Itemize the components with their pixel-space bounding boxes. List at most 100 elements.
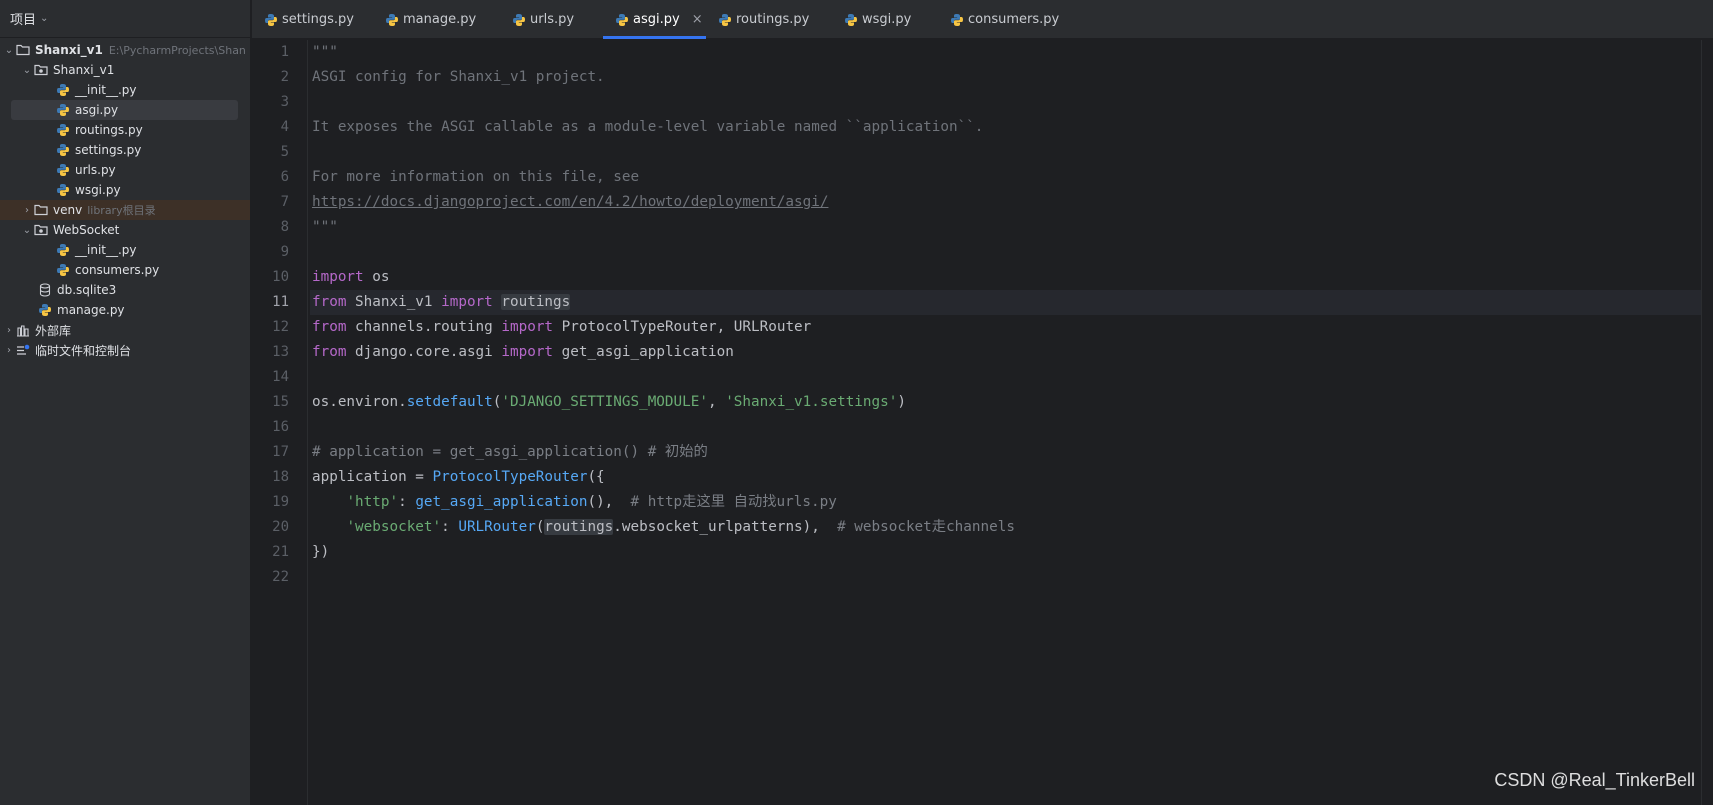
tree-item-routings-py[interactable]: routings.py (0, 120, 250, 140)
tree-item-wsgi-py[interactable]: wsgi.py (0, 180, 250, 200)
line-number: 10 (272, 269, 289, 285)
code-line-21[interactable]: }) (310, 540, 1713, 565)
tree-item-manage-py[interactable]: manage.py (0, 300, 250, 320)
editor-scrollbar[interactable] (1701, 40, 1713, 805)
line-number-gutter[interactable]: 1 2 3 4 5 6 7 8 9 10 11 12 13 14 15 16 1… (252, 40, 308, 805)
chevron-down-icon[interactable]: ⌄ (2, 45, 16, 56)
code-line-3[interactable] (310, 90, 1713, 115)
line-number: 16 (272, 419, 289, 435)
tab-wsgi-py[interactable]: wsgi.py (832, 0, 938, 39)
code-line-10[interactable]: import os (310, 265, 1713, 290)
python-file-icon (844, 13, 858, 27)
tab-asgi-py[interactable]: asgi.py × (603, 0, 706, 39)
tree-item-consumers-py[interactable]: consumers.py (0, 260, 250, 280)
code-line-17[interactable]: # application = get_asgi_application() #… (310, 440, 1713, 465)
python-file-icon (512, 13, 526, 27)
python-file-icon (950, 13, 964, 27)
tab-label: settings.py (282, 12, 354, 27)
package-folder-icon (34, 63, 48, 77)
punctuation: ) (897, 394, 906, 410)
identifier: application = (312, 469, 433, 485)
python-file-icon (56, 83, 70, 97)
punctuation: : (441, 519, 459, 535)
tab-settings-py[interactable]: settings.py (252, 0, 373, 39)
keyword-import: import (501, 319, 554, 335)
chevron-right-icon[interactable]: › (2, 345, 16, 356)
code-line-6[interactable]: For more information on this file, see (310, 165, 1713, 190)
project-panel-header[interactable]: 项目 ⌄ (0, 0, 250, 38)
python-file-icon (718, 13, 732, 27)
close-icon[interactable]: × (692, 12, 703, 27)
code-area[interactable]: """ ASGI config for Shanxi_v1 project. I… (310, 40, 1713, 805)
tree-item-external-libraries[interactable]: › 外部库 (0, 320, 250, 340)
code-line-12[interactable]: from channels.routing import ProtocolTyp… (310, 315, 1713, 340)
tree-item-settings-py[interactable]: settings.py (0, 140, 250, 160)
tree-item-label: Shanxi_v1 (53, 63, 115, 77)
project-panel: 项目 ⌄ ⌄ Shanxi_v1 E:\PycharmProjects\Shan… (0, 0, 251, 805)
tree-item-library-hint: library根目录 (87, 204, 156, 217)
punctuation: (), (587, 494, 631, 510)
line-number: 3 (280, 94, 289, 110)
code-line-14[interactable] (310, 365, 1713, 390)
tab-routings-py[interactable]: routings.py (706, 0, 832, 39)
tree-item-asgi-py[interactable]: asgi.py (0, 100, 250, 120)
code-line-19[interactable]: 'http': get_asgi_application(), # http走这… (310, 490, 1713, 515)
chevron-down-icon[interactable]: ⌄ (20, 65, 34, 76)
tree-item-label: urls.py (75, 163, 116, 177)
code-line-15[interactable]: os.environ.setdefault('DJANGO_SETTINGS_M… (310, 390, 1713, 415)
keyword-import: import (441, 294, 493, 310)
docstring-quotes: """ (312, 219, 338, 235)
tree-item-label: __init__.py (75, 83, 137, 97)
project-panel-title: 项目 (10, 13, 37, 28)
python-file-icon (56, 263, 70, 277)
code-line-8[interactable]: """ (310, 215, 1713, 240)
code-editor[interactable]: 1 2 3 4 5 6 7 8 9 10 11 12 13 14 15 16 1… (252, 40, 1713, 805)
tree-item-label: settings.py (75, 143, 142, 157)
code-line-13[interactable]: from django.core.asgi import get_asgi_ap… (310, 340, 1713, 365)
tree-item-shanxi-package[interactable]: ⌄ Shanxi_v1 (0, 60, 250, 80)
code-line-4[interactable]: It exposes the ASGI callable as a module… (310, 115, 1713, 140)
code-line-9[interactable] (310, 240, 1713, 265)
tab-urls-py[interactable]: urls.py (500, 0, 603, 39)
line-number: 9 (280, 244, 289, 260)
imported-names: get_asgi_application (561, 344, 734, 360)
code-line-2[interactable]: ASGI config for Shanxi_v1 project. (310, 65, 1713, 90)
chevron-down-icon[interactable]: ⌄ (20, 225, 34, 236)
tab-label: urls.py (530, 12, 575, 27)
function-call: ProtocolTypeRouter (432, 469, 588, 485)
line-number: 15 (272, 394, 289, 410)
code-line-7[interactable]: https://docs.djangoproject.com/en/4.2/ho… (310, 190, 1713, 215)
tree-item-shanxi-root[interactable]: ⌄ Shanxi_v1 E:\PycharmProjects\Shan (0, 40, 250, 60)
tree-item-init-py[interactable]: __init__.py (0, 80, 250, 100)
tree-item-websocket-package[interactable]: ⌄ WebSocket (0, 220, 250, 240)
tree-item-venv[interactable]: › venv library根目录 (0, 200, 250, 220)
code-line-18[interactable]: application = ProtocolTypeRouter({ (310, 465, 1713, 490)
code-line-22[interactable] (310, 565, 1713, 590)
tree-item-urls-py[interactable]: urls.py (0, 160, 250, 180)
keyword-import: import (312, 269, 364, 285)
tab-manage-py[interactable]: manage.py (373, 0, 500, 39)
chevron-right-icon[interactable]: › (2, 325, 16, 336)
line-number: 17 (272, 444, 289, 460)
code-line-1[interactable]: """ (310, 40, 1713, 65)
imported-names: ProtocolTypeRouter, URLRouter (561, 319, 812, 335)
docstring-link[interactable]: https://docs.djangoproject.com/en/4.2/ho… (312, 194, 828, 210)
tab-consumers-py[interactable]: consumers.py (938, 0, 1068, 39)
tree-item-db-sqlite3[interactable]: db.sqlite3 (0, 280, 250, 300)
chevron-right-icon[interactable]: › (20, 205, 34, 216)
watermark: CSDN @Real_TinkerBell (1494, 770, 1695, 790)
tree-item-scratches[interactable]: › 临时文件和控制台 (0, 340, 250, 360)
tree-item-label: manage.py (57, 303, 125, 317)
code-line-5[interactable] (310, 140, 1713, 165)
tree-item-init-py[interactable]: __init__.py (0, 240, 250, 260)
chevron-down-icon[interactable]: ⌄ (40, 13, 48, 24)
line-number: 22 (272, 569, 289, 585)
code-line-20[interactable]: 'websocket': URLRouter(routings.websocke… (310, 515, 1713, 540)
code-line-16[interactable] (310, 415, 1713, 440)
tree-item-label: routings.py (75, 123, 143, 137)
keyword-import: import (501, 344, 554, 360)
package-folder-icon (34, 223, 48, 237)
string-literal: 'http' (346, 494, 399, 510)
line-number: 21 (272, 544, 289, 560)
code-line-11-current[interactable]: from Shanxi_v1 import routings (310, 290, 1713, 315)
